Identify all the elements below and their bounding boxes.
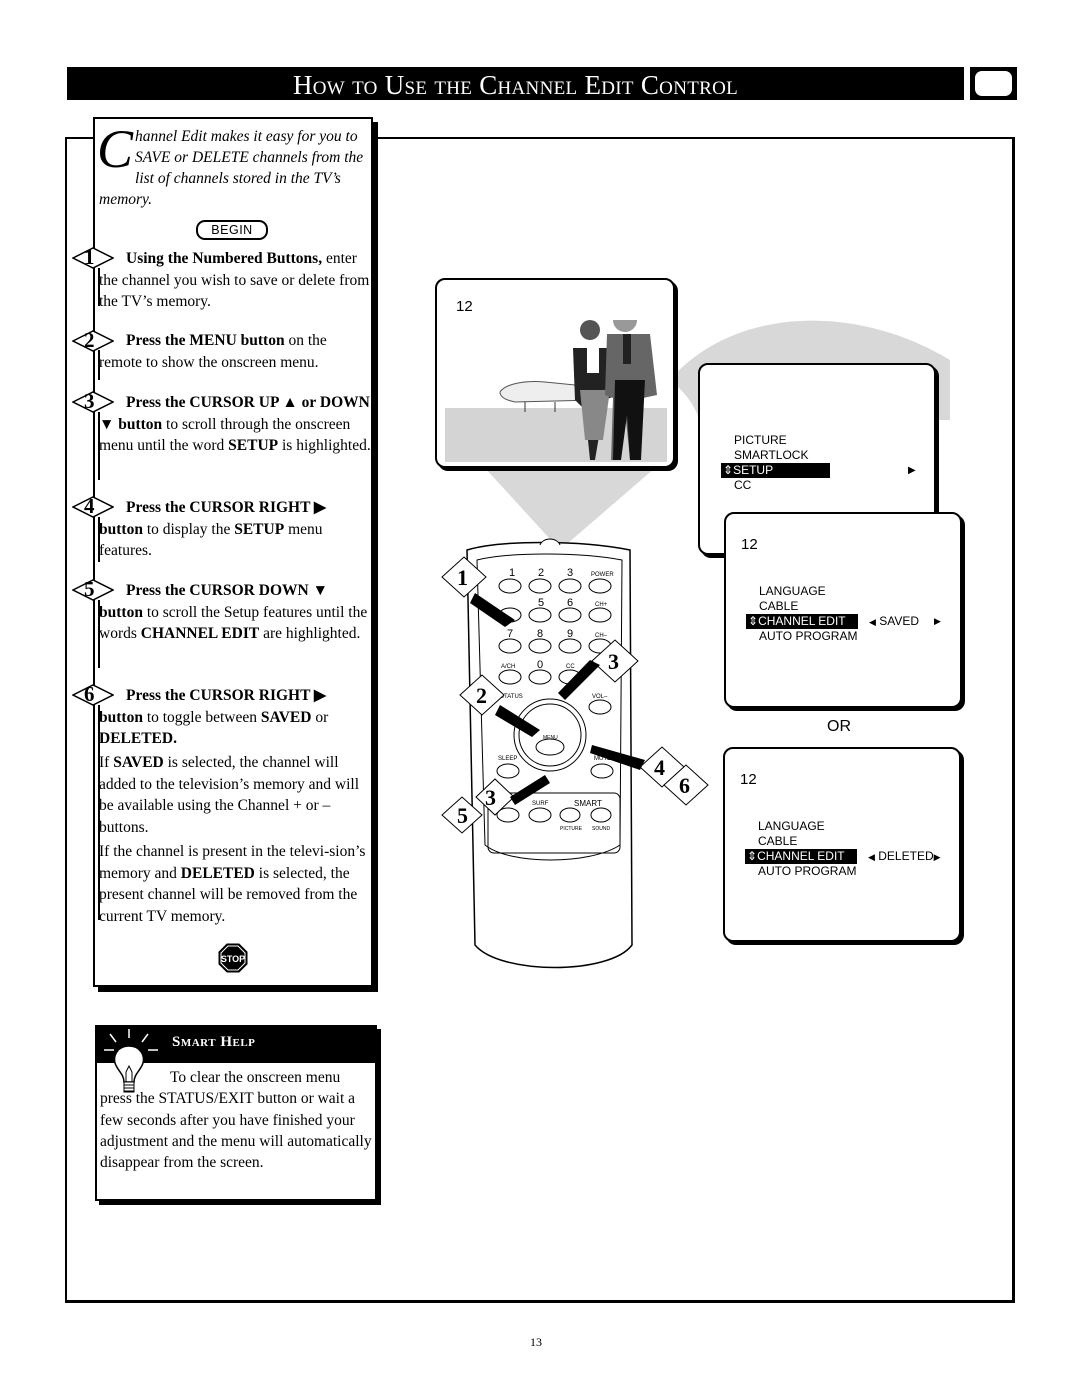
menu-item-language: LANGUAGE [759,584,826,598]
svg-text:7: 7 [507,628,513,640]
channel-edit-value: ◀ SAVED [869,614,920,628]
channel-number: 12 [741,536,758,553]
title-banner: How to Use the Channel Edit Control [67,67,964,100]
setup-menu-deleted-screen: 12 LANGUAGE CABLE ⇕CHANNEL EDIT ◀ DELETE… [723,747,961,942]
svg-text:CH–: CH– [595,633,608,639]
svg-text:SOUND: SOUND [592,826,610,832]
step-1-text: Using the Numbered Buttons, enter the ch… [99,250,370,311]
svg-text:A/CH: A/CH [501,664,515,670]
svg-text:1: 1 [509,567,515,579]
menu-item-cable: CABLE [758,834,798,848]
right-arrow-icon: ▶ [908,465,916,476]
step-4-text: Press the CURSOR RIGHT ▶ button to displ… [99,499,326,560]
left-arrow-icon: ◀ [868,852,875,862]
svg-text:3: 3 [485,785,496,810]
menu-item-setup-highlighted: ⇕SETUP [721,463,830,478]
step-2-text: Press the MENU button on the remote to s… [99,332,327,371]
svg-text:SMART: SMART [574,799,602,808]
page-title: How to Use the Channel Edit Control [292,70,739,100]
svg-text:5: 5 [538,597,544,609]
dropcap: C [97,119,134,179]
menu-item-auto-program: AUTO PROGRAM [759,629,858,643]
svg-text:MENU: MENU [543,735,558,741]
svg-text:0: 0 [537,659,543,671]
or-label: OR [827,718,851,735]
step-5-text: Press the CURSOR DOWN ▼ button to scroll… [99,582,368,643]
left-arrow-icon: ◀ [869,617,876,627]
svg-text:8: 8 [537,628,543,640]
stop-icon: STOP [218,943,248,973]
svg-text:PICTURE: PICTURE [560,826,583,832]
svg-text:2: 2 [538,567,544,579]
setup-menu-saved-screen: 12 LANGUAGE CABLE ⇕CHANNEL EDIT ◀ SAVED … [724,512,962,708]
menu-item-smartlock: SMARTLOCK [734,448,809,462]
menu-item-channel-edit-highlighted: ⇕CHANNEL EDIT [746,614,858,629]
up-down-arrow-icon: ⇕ [748,614,759,628]
svg-text:6: 6 [679,773,690,798]
channel-number: 12 [456,298,473,315]
menu-item-channel-edit-highlighted: ⇕CHANNEL EDIT [745,849,857,864]
svg-text:SLEEP: SLEEP [498,756,517,762]
menu-item-cable: CABLE [759,599,799,613]
svg-text:5: 5 [457,803,468,828]
svg-text:4: 4 [654,755,665,780]
right-arrow-icon: ▶ [934,616,941,626]
up-down-arrow-icon: ⇕ [747,849,758,863]
page-number: 13 [530,1335,542,1349]
smart-help-title: Smart Help [172,1034,256,1050]
svg-text:CC: CC [566,664,575,670]
step-3-text: Press the CURSOR UP ▲ or DOWN ▼ button t… [99,394,371,455]
svg-text:3: 3 [608,649,619,674]
svg-text:3: 3 [567,567,573,579]
tv-screen-icon [970,67,1017,100]
begin-badge: BEGIN [196,220,268,240]
remote-control: 1 2 3 POWER 5 6 CH+ 7 8 9 CH– A/CH 0 CC … [441,538,709,969]
right-arrow-icon: ▶ [933,852,941,862]
svg-text:6: 6 [567,597,573,609]
svg-text:VOL–: VOL– [592,694,608,700]
business-people-image [445,320,667,462]
saved-note: If SAVED is selected, the channel will a… [99,754,360,836]
channel-edit-value: ◀ DELETED▶ [868,849,941,863]
svg-text:STOP: STOP [221,954,245,964]
deleted-note: If the channel is present in the televi-… [99,843,366,925]
channel-number: 12 [740,771,757,788]
svg-text:2: 2 [476,683,487,708]
svg-text:1: 1 [457,565,468,590]
menu-item-auto-program: AUTO PROGRAM [758,864,857,878]
svg-text:9: 9 [567,628,573,640]
smart-help-text: To clear the onscreen menu press the STA… [100,1069,372,1172]
menu-item-language: LANGUAGE [758,819,825,833]
menu-item-cc: CC [734,478,752,492]
svg-text:POWER: POWER [591,572,614,578]
svg-text:CH+: CH+ [595,602,608,608]
up-down-arrow-icon: ⇕ [723,463,734,477]
intro-text: Channel Edit makes it easy for you to SA… [97,119,364,208]
menu-item-picture: PICTURE [734,433,787,447]
step-6-text: Press the CURSOR RIGHT ▶ button to toggl… [99,687,329,748]
svg-text:SURF: SURF [532,801,549,807]
tv-picture-screen: 12 [435,278,675,468]
